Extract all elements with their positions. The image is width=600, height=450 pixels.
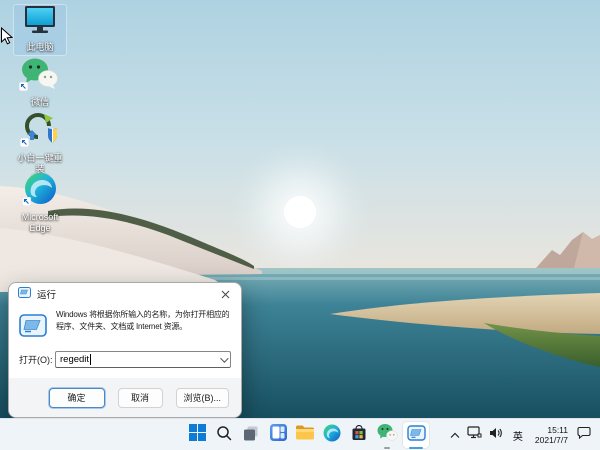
edge-button[interactable] [320, 423, 344, 447]
run-taskbar-button[interactable] [403, 422, 429, 448]
wechat-icon [21, 57, 59, 95]
icon-label: 此电脑 [26, 42, 53, 53]
open-label: 打开(O): [19, 353, 55, 366]
store-icon [351, 425, 367, 446]
clock-time: 15:11 [547, 425, 568, 435]
shortcut-arrow-badge [22, 193, 31, 211]
run-dialog-footer: 确定 取消 浏览(B)... [9, 378, 241, 417]
browse-button[interactable]: 浏览(B)... [176, 388, 230, 408]
ok-button[interactable]: 确定 [49, 388, 105, 408]
desktop-icon-this-pc[interactable]: 此电脑 [14, 5, 66, 55]
notification-center-button[interactable] [575, 423, 593, 447]
icon-label: 微信 [31, 97, 49, 108]
chevron-down-icon[interactable] [220, 354, 228, 362]
volume-button[interactable] [487, 423, 505, 447]
shortcut-arrow-badge [19, 78, 28, 96]
file-explorer-icon [296, 425, 314, 445]
icon-label-line1: Microsoft [22, 212, 59, 223]
close-icon[interactable] [209, 283, 241, 305]
speaker-icon [489, 426, 503, 444]
search-icon [216, 425, 232, 446]
run-dialog-title: 运行 [37, 287, 56, 301]
ethernet-icon [467, 426, 482, 444]
ime-label: 英 [510, 428, 526, 443]
wechat-taskbar-button[interactable] [374, 422, 400, 448]
open-combobox[interactable]: regedit [55, 351, 231, 368]
icon-label-line1: 小白一键重装 [14, 153, 66, 174]
active-window-indicator [409, 447, 423, 450]
network-button[interactable] [465, 423, 484, 447]
icon-label-line2: Edge [29, 223, 50, 234]
run-dialog: 运行 Windows 将根据你所输入的名称，为你打开相应的程序、文件夹、文档或 … [8, 282, 242, 418]
taskbar: 英 15:11 2021/7/7 [0, 418, 600, 450]
xiaobai-reinstall-icon [22, 112, 58, 151]
run-icon [407, 425, 426, 446]
open-combobox-value: regedit [60, 354, 89, 365]
chevron-up-icon [450, 426, 460, 444]
hidden-icons-button[interactable] [448, 423, 462, 447]
text-caret [90, 354, 91, 365]
cancel-button[interactable]: 取消 [118, 388, 163, 408]
running-indicator [384, 447, 390, 450]
desktop-icon-microsoft-edge[interactable]: Microsoft Edge [14, 172, 66, 230]
shortcut-arrow-badge [20, 134, 29, 152]
task-view-icon [243, 425, 259, 446]
desktop-icon-wechat[interactable]: 微信 [14, 57, 66, 107]
task-view-button[interactable] [239, 423, 263, 447]
clock-date: 2021/7/7 [535, 435, 568, 445]
file-explorer-button[interactable] [293, 423, 317, 447]
widgets-icon [270, 424, 287, 446]
run-dialog-body-icon [19, 314, 47, 342]
clock[interactable]: 15:11 2021/7/7 [535, 425, 568, 445]
start-icon [189, 424, 206, 446]
mouse-cursor [0, 27, 13, 51]
run-dialog-description: Windows 将根据你所输入的名称，为你打开相应的程序、文件夹、文档或 Int… [56, 309, 231, 342]
chat-bubble-icon [577, 426, 591, 444]
search-button[interactable] [212, 423, 236, 447]
ime-indicator[interactable]: 英 [508, 423, 528, 447]
edge-icon [323, 424, 341, 447]
run-window-icon [18, 285, 31, 303]
widgets-button[interactable] [266, 423, 290, 447]
desktop-icon-xiaobai-reinstall[interactable]: 小白一键重装 系统 [14, 112, 66, 174]
run-dialog-titlebar[interactable]: 运行 [9, 283, 241, 305]
wechat-icon [377, 423, 398, 447]
start-button[interactable] [185, 423, 209, 447]
this-pc-icon [22, 5, 58, 40]
store-button[interactable] [347, 423, 371, 447]
edge-icon [24, 172, 57, 210]
